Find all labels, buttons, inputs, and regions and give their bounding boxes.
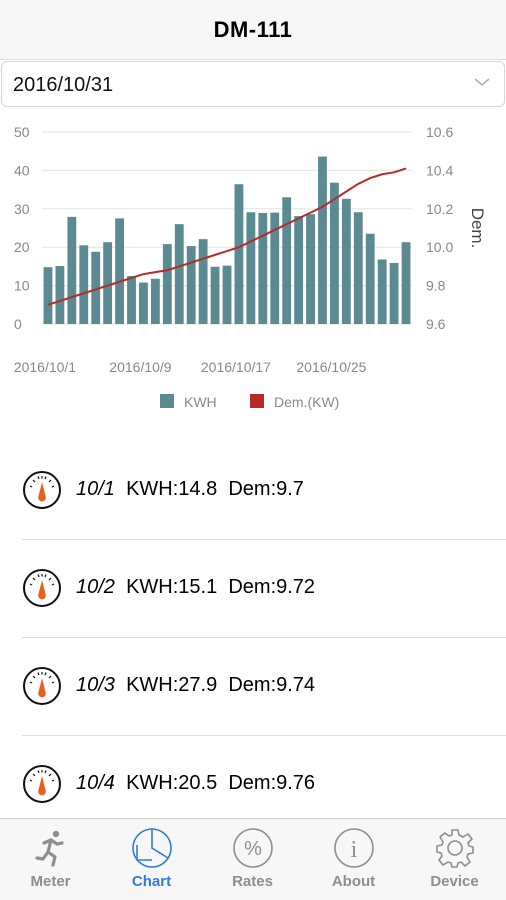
tab-chart[interactable]: Chart bbox=[101, 819, 202, 900]
navigation-bar: DM-111 bbox=[0, 0, 506, 60]
tab-label: Meter bbox=[30, 873, 71, 890]
y-right-tick-label: 10.6 bbox=[426, 124, 453, 140]
date-select-value: 2016/10/31 bbox=[13, 74, 114, 96]
reading-date: 10/2 bbox=[76, 576, 115, 598]
gauge-icon bbox=[23, 569, 61, 607]
x-tick-label: 2016/10/1 bbox=[14, 359, 76, 375]
tab-meter[interactable]: Meter bbox=[0, 819, 101, 900]
bar bbox=[55, 266, 65, 324]
bar bbox=[377, 259, 387, 324]
bar bbox=[401, 242, 411, 324]
svg-text:i: i bbox=[351, 837, 358, 863]
reading-dem: Dem:9.74 bbox=[228, 674, 316, 696]
bar bbox=[162, 244, 172, 324]
legend-label-kwh: KWH bbox=[184, 394, 217, 410]
tab-device[interactable]: Device bbox=[404, 819, 505, 900]
gauge-icon bbox=[23, 471, 61, 509]
bar bbox=[198, 239, 208, 324]
reading-dem: Dem:9.72 bbox=[228, 576, 316, 598]
list-item[interactable]: 10/1 KWH:14.8 Dem:9.7 bbox=[0, 442, 506, 540]
bar bbox=[79, 245, 89, 324]
y-left-tick-label: 40 bbox=[14, 162, 30, 178]
list-item[interactable]: 10/2 KWH:15.1 Dem:9.72 bbox=[0, 540, 506, 638]
date-select[interactable]: 2016/10/31 bbox=[1, 61, 505, 107]
gauge-icon bbox=[23, 667, 61, 705]
chevron-down-icon bbox=[474, 78, 490, 87]
bar bbox=[210, 266, 220, 324]
bar bbox=[115, 218, 124, 324]
reading-kwh: KWH:27.9 bbox=[126, 674, 218, 696]
gauge-icon bbox=[23, 765, 61, 803]
legend-label-dem: Dem.(KW) bbox=[274, 394, 339, 410]
bar bbox=[127, 276, 136, 324]
tab-about[interactable]: i About bbox=[303, 819, 404, 900]
bar bbox=[341, 198, 351, 324]
x-tick-label: 2016/10/25 bbox=[296, 359, 366, 375]
gear-icon bbox=[436, 829, 474, 868]
reading-date: 10/3 bbox=[76, 674, 115, 696]
x-tick-label: 2016/10/17 bbox=[201, 359, 271, 375]
runner-icon bbox=[35, 830, 64, 867]
y-left-tick-label: 0 bbox=[14, 316, 22, 332]
reading-dem: Dem:9.7 bbox=[228, 478, 304, 500]
tab-label: Device bbox=[430, 873, 479, 890]
bar bbox=[234, 184, 244, 324]
bar bbox=[222, 265, 232, 324]
list-item[interactable]: 10/3 KWH:27.9 Dem:9.74 bbox=[0, 638, 506, 736]
y-right-tick-label: 9.6 bbox=[426, 316, 446, 332]
reading-kwh: KWH:15.1 bbox=[126, 576, 218, 598]
y-right-tick-label: 10.0 bbox=[426, 239, 453, 255]
reading-text: 10/3 KWH:27.9 Dem:9.74 bbox=[76, 674, 315, 697]
reading-kwh: KWH:20.5 bbox=[126, 772, 218, 794]
percent-icon: % bbox=[233, 828, 273, 868]
y-right-tick-label: 10.2 bbox=[426, 201, 453, 217]
y-right-tick-label: 9.8 bbox=[426, 278, 446, 294]
legend-swatch-kwh bbox=[160, 394, 174, 408]
bar bbox=[258, 213, 268, 324]
reading-kwh: KWH:14.8 bbox=[126, 478, 218, 500]
reading-date: 10/4 bbox=[76, 772, 115, 794]
bar bbox=[67, 216, 77, 324]
legend-swatch-dem bbox=[250, 394, 264, 408]
bar bbox=[186, 246, 196, 324]
tab-label: Chart bbox=[131, 873, 172, 890]
y-left-tick-label: 10 bbox=[14, 278, 30, 294]
bar bbox=[353, 212, 363, 324]
x-tick-label: 2016/10/9 bbox=[109, 359, 171, 375]
bar bbox=[306, 214, 315, 324]
y-right-axis-label: Dem. bbox=[468, 208, 487, 249]
reading-text: 10/2 KWH:15.1 Dem:9.72 bbox=[76, 576, 315, 599]
reading-dem: Dem:9.76 bbox=[228, 772, 316, 794]
bar bbox=[43, 267, 53, 324]
bar bbox=[174, 224, 184, 324]
y-left-tick-label: 30 bbox=[14, 201, 30, 217]
y-left-tick-label: 20 bbox=[14, 239, 30, 255]
reading-date: 10/1 bbox=[76, 478, 115, 500]
bar bbox=[318, 156, 327, 324]
info-icon: i bbox=[334, 828, 374, 868]
svg-text:%: % bbox=[244, 838, 262, 860]
bar bbox=[330, 182, 339, 324]
bar bbox=[389, 262, 399, 324]
y-left-tick-label: 50 bbox=[14, 124, 30, 140]
pie-chart-icon bbox=[132, 828, 172, 868]
tab-label: Rates bbox=[232, 873, 273, 890]
kwh-demand-chart: 0 10 20 30 40 50 9.6 9.8 10.0 10.2 10.4 10.6 Dem. 201… bbox=[14, 124, 487, 410]
reading-text: 10/1 KWH:14.8 Dem:9.7 bbox=[76, 478, 304, 501]
page-title: DM-111 bbox=[213, 17, 293, 42]
bar bbox=[150, 278, 160, 324]
tab-bar: Meter Chart % Rates i About Device bbox=[0, 818, 506, 900]
bar bbox=[294, 216, 304, 324]
tab-label: About bbox=[331, 873, 376, 890]
tab-rates[interactable]: % Rates bbox=[202, 819, 303, 900]
reading-text: 10/4 KWH:20.5 Dem:9.76 bbox=[76, 772, 315, 795]
bar bbox=[365, 233, 375, 324]
bar bbox=[103, 242, 113, 324]
bar bbox=[139, 282, 148, 324]
bar bbox=[282, 197, 292, 324]
y-right-tick-label: 10.4 bbox=[426, 162, 453, 178]
bar bbox=[246, 212, 256, 324]
